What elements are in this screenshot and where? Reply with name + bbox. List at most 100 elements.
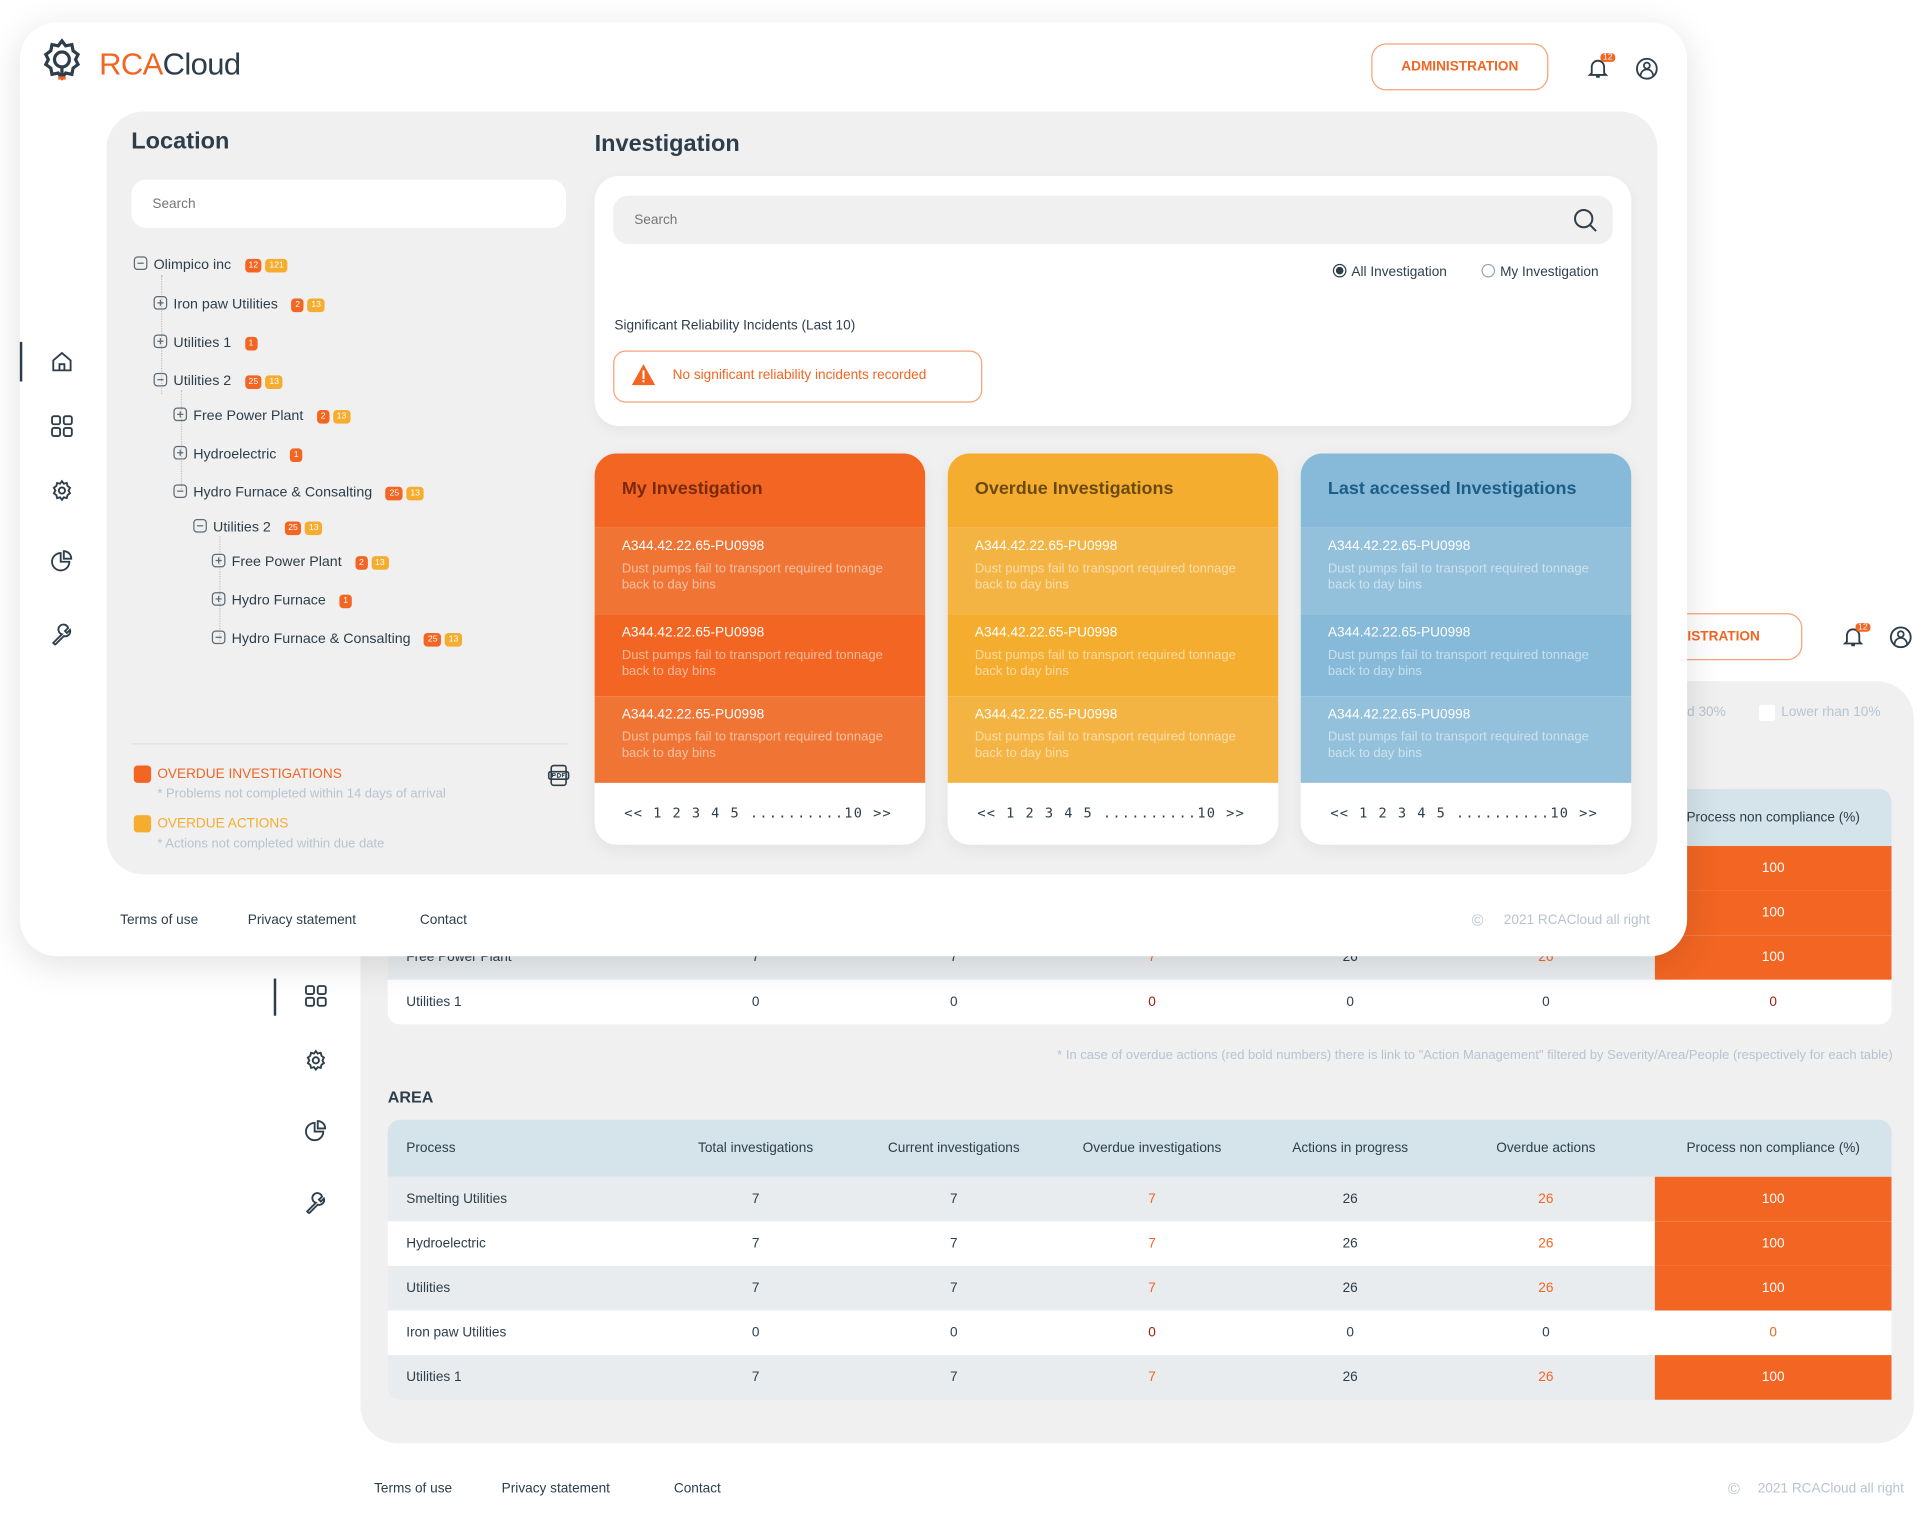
home-icon[interactable] (51, 351, 73, 373)
table-cell[interactable]: 26 (1453, 1177, 1639, 1222)
expand-icon[interactable] (211, 592, 226, 606)
table-cell[interactable]: 7 (1059, 1355, 1245, 1400)
tree-node-label: Utilities 2 (173, 374, 232, 389)
investigation-item[interactable]: A344.42.22.65-PU0998 Dust pumps fail to t… (594, 527, 926, 615)
grid-icon[interactable] (51, 415, 73, 437)
investigation-item[interactable]: A344.42.22.65-PU0998 Dust pumps fail to t… (1300, 527, 1632, 615)
location-search-input[interactable] (131, 179, 567, 228)
page-button[interactable]: 4 (1064, 805, 1073, 821)
table-cell[interactable]: 7 (1059, 1266, 1245, 1311)
page-button[interactable]: 1 (1006, 805, 1015, 821)
grid-icon[interactable] (305, 985, 327, 1007)
table-cell[interactable]: 7 (1059, 1177, 1245, 1222)
contact-link[interactable]: Contact (674, 1481, 721, 1496)
wrench-icon[interactable] (305, 1192, 327, 1214)
collapse-icon[interactable] (133, 256, 148, 271)
investigation-search-input[interactable] (613, 195, 1613, 245)
privacy-link[interactable]: Privacy statement (502, 1481, 610, 1496)
page-button[interactable]: 5 (1084, 805, 1093, 821)
radio-unchecked-icon (1481, 263, 1496, 278)
investigation-item[interactable]: A344.42.22.65-PU0998 Dust pumps fail to t… (947, 527, 1279, 615)
expand-icon[interactable] (173, 407, 188, 422)
wrench-icon[interactable] (51, 623, 73, 646)
terms-link[interactable]: Terms of use (120, 913, 198, 928)
investigation-item[interactable]: A344.42.22.65-PU0998 Dust pumps fail to t… (594, 696, 926, 783)
tree-node[interactable]: Free Power Plant 2 13 (211, 553, 389, 571)
tree-node[interactable]: Olimpico inc 12 121 (133, 256, 288, 273)
search-icon[interactable] (1573, 208, 1598, 233)
page-button[interactable]: 2 (672, 805, 681, 821)
non-compliance-cell: 100 (1654, 846, 1892, 891)
investigation-item[interactable]: A344.42.22.65-PU0998 Dust pumps fail to t… (947, 696, 1279, 783)
collapse-icon[interactable] (153, 372, 168, 387)
administration-button[interactable]: ADMINISTRATION (1371, 43, 1549, 91)
table-cell[interactable]: 0 (1453, 1311, 1639, 1356)
tree-node[interactable]: Hydro Furnace & Consalting 25 13 (211, 630, 463, 647)
page-button[interactable]: ..........10 (1456, 805, 1569, 821)
table-cell[interactable]: 0 (1059, 1311, 1245, 1356)
tree-guide-line (219, 536, 221, 642)
terms-link[interactable]: Terms of use (374, 1481, 452, 1496)
next-page-button[interactable]: >> (1226, 805, 1245, 821)
expand-icon[interactable] (153, 296, 168, 310)
collapse-icon[interactable] (211, 630, 226, 645)
radio-all-investigation[interactable]: All Investigation (1332, 263, 1447, 280)
logo-icon (36, 37, 88, 89)
legend-checkbox[interactable] (1758, 704, 1776, 721)
expand-icon[interactable] (211, 553, 226, 568)
badge-group: 25 13 (281, 520, 323, 536)
prev-page-button[interactable]: << (1330, 805, 1349, 821)
page-button[interactable]: 1 (653, 805, 662, 821)
next-page-button[interactable]: >> (1579, 805, 1598, 821)
expand-icon[interactable] (173, 445, 188, 460)
table-cell[interactable]: 26 (1453, 1355, 1639, 1400)
page-button[interactable]: 5 (1437, 805, 1446, 821)
radio-my-investigation[interactable]: My Investigation (1481, 263, 1599, 280)
privacy-link[interactable]: Privacy statement (248, 913, 356, 928)
tree-node[interactable]: Hydro Furnace & Consalting 25 13 (173, 484, 424, 501)
page-button[interactable]: 4 (1417, 805, 1426, 821)
investigation-item[interactable]: A344.42.22.65-PU0998 Dust pumps fail to t… (1300, 696, 1632, 783)
collapse-icon[interactable] (193, 519, 207, 533)
page-button[interactable]: 3 (1398, 805, 1407, 821)
table-cell[interactable]: 0 (1059, 980, 1245, 1025)
tree-node[interactable]: Utilities 2 25 13 (193, 519, 323, 536)
page-button[interactable]: 4 (711, 805, 720, 821)
investigation-item[interactable]: A344.42.22.65-PU0998 Dust pumps fail to t… (947, 614, 1279, 697)
prev-page-button[interactable]: << (977, 805, 996, 821)
prev-page-button[interactable]: << (624, 805, 643, 821)
pie-chart-icon[interactable] (51, 550, 73, 572)
pie-chart-icon[interactable] (305, 1120, 327, 1142)
page-button[interactable]: 5 (731, 805, 740, 821)
page-button[interactable]: ..........10 (750, 805, 863, 821)
table-cell: Utilities (406, 1280, 451, 1296)
tree-node[interactable]: Hydroelectric 1 (173, 445, 303, 463)
contact-link[interactable]: Contact (420, 913, 467, 928)
page-button[interactable]: ..........10 (1103, 805, 1216, 821)
page-button[interactable]: 2 (1379, 805, 1388, 821)
tree-node[interactable]: Free Power Plant 2 13 (173, 407, 351, 425)
pdf-icon[interactable] (547, 764, 570, 787)
gear-icon[interactable] (305, 1049, 327, 1072)
page-button[interactable]: 2 (1025, 805, 1034, 821)
investigation-item[interactable]: A344.42.22.65-PU0998 Dust pumps fail to t… (594, 614, 926, 697)
next-page-button[interactable]: >> (873, 805, 892, 821)
page-button[interactable]: 3 (692, 805, 701, 821)
table-cell[interactable]: 0 (1453, 980, 1639, 1025)
tree-node[interactable]: Iron paw Utilities 2 13 (153, 296, 325, 313)
collapse-icon[interactable] (173, 484, 188, 498)
tree-node[interactable]: Utilities 1 1 (153, 334, 258, 351)
expand-icon[interactable] (153, 334, 168, 349)
investigation-item[interactable]: A344.42.22.65-PU0998 Dust pumps fail to t… (1300, 614, 1632, 697)
table-cell[interactable]: 26 (1453, 1221, 1639, 1266)
user-icon[interactable] (1889, 626, 1913, 650)
tree-node[interactable]: Hydro Furnace 1 (211, 592, 352, 609)
user-icon[interactable] (1635, 57, 1659, 81)
table-cell: 26 (1342, 1191, 1358, 1207)
page-button[interactable]: 1 (1359, 805, 1368, 821)
table-cell[interactable]: 7 (1059, 1221, 1245, 1266)
gear-icon[interactable] (51, 479, 73, 502)
tree-node[interactable]: Utilities 2 25 13 (153, 372, 283, 390)
table-cell[interactable]: 26 (1453, 1266, 1639, 1311)
page-button[interactable]: 3 (1045, 805, 1054, 821)
